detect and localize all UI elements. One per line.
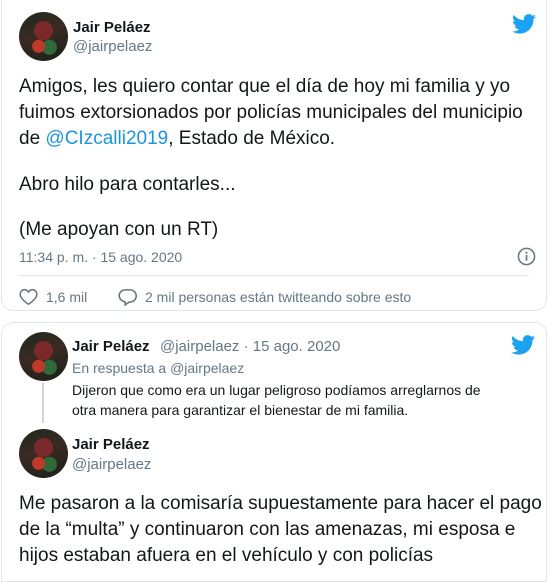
tweet-text-line: de @CIzcalli2019, Estado de México. <box>19 126 335 152</box>
reply-text-line: Dijeron que como era un lugar peligroso … <box>72 382 481 398</box>
info-icon[interactable] <box>517 247 536 266</box>
tweet-text-line: de la “multa” y continuaron con las amen… <box>19 519 516 540</box>
twitter-bird-icon[interactable] <box>512 14 536 34</box>
mention-link[interactable]: @CIzcalli2019 <box>45 128 168 149</box>
reply-context: En respuesta a @jairpelaez <box>72 360 244 376</box>
author-name[interactable]: Jair Peláez <box>72 436 150 453</box>
avatar[interactable] <box>19 12 68 61</box>
conversation-button[interactable]: 2 mil personas están twitteando sobre es… <box>118 288 411 306</box>
author-name[interactable]: Jair Peláez <box>73 19 151 36</box>
reply-prefix: En respuesta a <box>72 360 171 376</box>
author-name[interactable]: Jair Peláez <box>72 338 150 355</box>
tweet-timestamp[interactable]: 11:34 p. m. · 15 ago. 2020 <box>19 249 182 265</box>
heart-icon <box>19 288 38 305</box>
reply-handle[interactable]: @jairpelaez <box>170 360 244 376</box>
avatar[interactable] <box>19 429 68 478</box>
tweet-text-line: Abro hilo para contarles... <box>19 174 236 195</box>
tweet-text-line: fuimos extorsionados por policías munici… <box>19 102 523 123</box>
thread-connector <box>42 383 44 423</box>
tweet-card-main[interactable]: Jair Peláez @jairpelaez Amigos, les quie… <box>1 0 547 311</box>
reply-text-line: otra manera para garantizar el bienestar… <box>72 402 409 418</box>
tweet-text-line: Amigos, les quiero contar que el día de … <box>19 76 511 97</box>
tweet-text-line: hijos estaban afuera en el vehículo y co… <box>19 545 434 566</box>
author-handle[interactable]: @jairpelaez <box>73 38 152 55</box>
author-handle[interactable]: @jairpelaez <box>72 456 151 473</box>
twitter-bird-icon[interactable] <box>511 335 535 355</box>
tweet-card-thread[interactable]: Jair Peláez @jairpelaez · 15 ago. 2020 E… <box>1 322 547 582</box>
comment-icon <box>118 289 137 306</box>
conversation-label: 2 mil personas están twitteando sobre es… <box>145 289 412 305</box>
tweet-text-fragment: , Estado de México. <box>168 128 336 149</box>
like-count: 1,6 mil <box>46 288 88 305</box>
tweet-text-line: Me pasaron a la comisaría supuestamente … <box>19 493 542 514</box>
author-handle-date[interactable]: @jairpelaez · 15 ago. 2020 <box>160 338 340 355</box>
tweet-text-line: (Me apoyan con un RT) <box>19 219 219 240</box>
avatar[interactable] <box>19 332 68 381</box>
divider <box>19 275 529 276</box>
tweet-text-fragment: de <box>19 128 46 149</box>
like-button[interactable]: 1,6 mil <box>19 288 87 305</box>
